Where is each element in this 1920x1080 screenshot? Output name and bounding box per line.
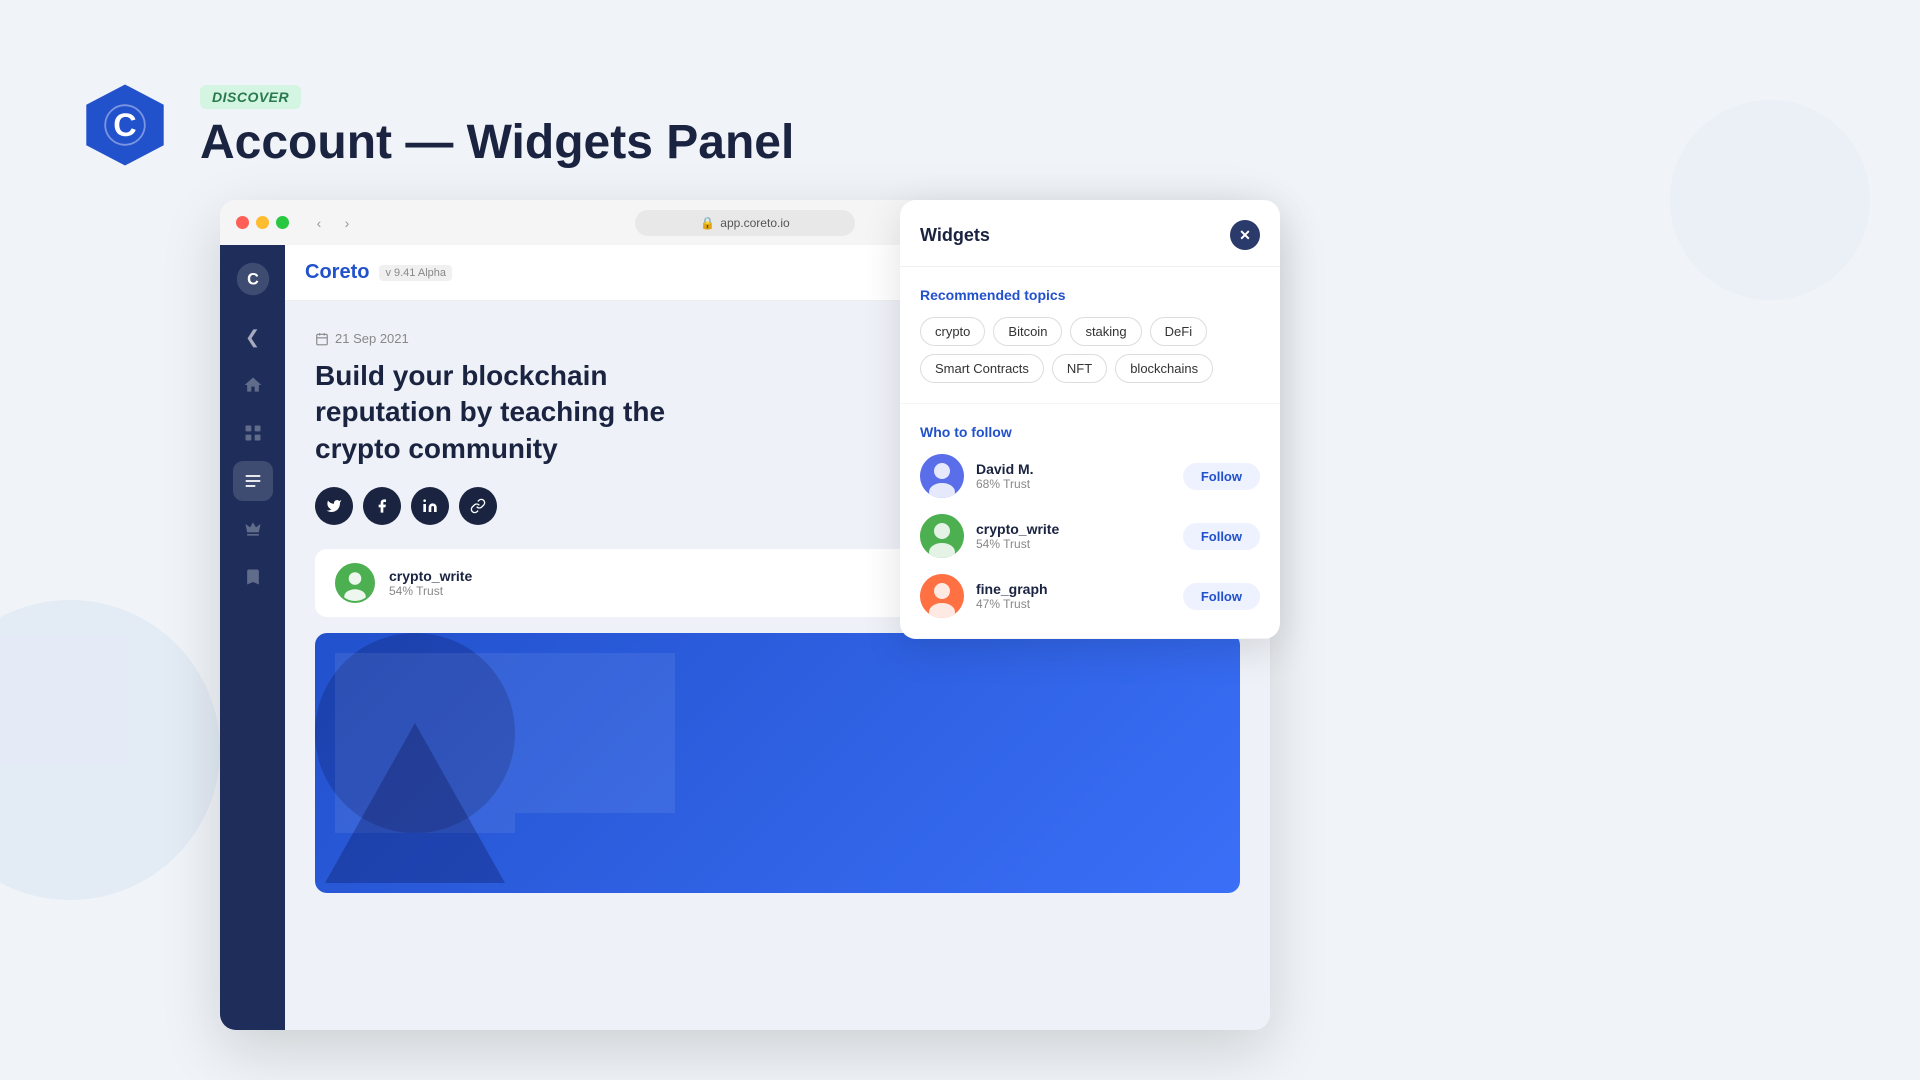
sidebar-item-bookmark[interactable] [233, 557, 273, 597]
sidebar-item-back[interactable]: ❮ [233, 317, 273, 357]
browser-nav: ‹ › [309, 213, 357, 233]
topic-tag-staking[interactable]: staking [1070, 317, 1141, 346]
minimize-traffic-light[interactable] [256, 216, 269, 229]
sidebar-item-crown[interactable] [233, 509, 273, 549]
url-text: app.coreto.io [720, 216, 789, 230]
sidebar: C ❮ [220, 245, 285, 1030]
follow-name-crypto-write: crypto_write [976, 521, 1171, 537]
lock-icon: 🔒 [700, 216, 715, 230]
traffic-lights [236, 216, 289, 229]
topic-tag-bitcoin[interactable]: Bitcoin [993, 317, 1062, 346]
crypto-write-avatar-placeholder [920, 514, 964, 558]
topics-grid: crypto Bitcoin staking DeFi Smart Contra… [920, 317, 1260, 383]
follow-item-crypto-write: crypto_write 54% Trust Follow [920, 514, 1260, 558]
topic-tag-smart-contracts[interactable]: Smart Contracts [920, 354, 1044, 383]
author-name: crypto_write [389, 568, 472, 584]
recommended-topics-title: Recommended topics [920, 287, 1260, 303]
linkedin-share-button[interactable] [411, 487, 449, 525]
app-logo: C [80, 80, 170, 170]
follow-button-fine-graph[interactable]: Follow [1183, 583, 1260, 610]
close-traffic-light[interactable] [236, 216, 249, 229]
who-to-follow-section: Who to follow David M. 68% Trust [900, 404, 1280, 639]
facebook-share-button[interactable] [363, 487, 401, 525]
sidebar-item-gallery[interactable] [233, 413, 273, 453]
svg-text:C: C [113, 107, 136, 143]
sidebar-logo: C [235, 261, 271, 297]
follow-info-crypto-write: crypto_write 54% Trust [976, 521, 1171, 551]
follow-info-david: David M. 68% Trust [976, 461, 1171, 491]
follow-avatar-fine-graph [920, 574, 964, 618]
address-bar[interactable]: 🔒 app.coreto.io [635, 210, 855, 236]
who-to-follow-title: Who to follow [920, 424, 1260, 440]
follow-name-fine-graph: fine_graph [976, 581, 1171, 597]
version-badge: v 9.41 Alpha [379, 265, 452, 281]
app-brand-label: Coreto [305, 261, 369, 284]
copy-link-button[interactable] [459, 487, 497, 525]
recommended-topics-section: Recommended topics crypto Bitcoin stakin… [900, 267, 1280, 404]
fine-graph-avatar-placeholder [920, 574, 964, 618]
geo-triangle [325, 723, 505, 883]
nav-forward-button[interactable]: › [337, 213, 357, 233]
geo-rect-2 [515, 653, 675, 813]
follow-item-david: David M. 68% Trust Follow [920, 454, 1260, 498]
follow-list: David M. 68% Trust Follow [920, 454, 1260, 618]
bg-decoration-2 [1670, 100, 1870, 300]
topic-tag-defi[interactable]: DeFi [1150, 317, 1207, 346]
follow-item-fine-graph: fine_graph 47% Trust Follow [920, 574, 1260, 618]
nav-back-button[interactable]: ‹ [309, 213, 329, 233]
author-info: crypto_write 54% Trust [389, 568, 472, 598]
widgets-header: Widgets ✕ [900, 200, 1280, 267]
topic-tag-nft[interactable]: NFT [1052, 354, 1107, 383]
widgets-close-button[interactable]: ✕ [1230, 220, 1260, 250]
topic-tag-blockchains[interactable]: blockchains [1115, 354, 1213, 383]
follow-trust-crypto-write: 54% Trust [976, 537, 1171, 551]
twitter-share-button[interactable] [315, 487, 353, 525]
topic-tag-crypto[interactable]: crypto [920, 317, 985, 346]
follow-button-crypto-write[interactable]: Follow [1183, 523, 1260, 550]
maximize-traffic-light[interactable] [276, 216, 289, 229]
bg-decoration-1 [0, 600, 220, 900]
calendar-icon [315, 332, 329, 346]
post-title: Build your blockchain reputation by teac… [315, 358, 715, 467]
follow-avatar-crypto-write [920, 514, 964, 558]
discover-badge: DISCOVER [200, 85, 301, 109]
sidebar-item-home[interactable] [233, 365, 273, 405]
sidebar-item-posts[interactable] [233, 461, 273, 501]
follow-avatar-david [920, 454, 964, 498]
widgets-panel: Widgets ✕ Recommended topics crypto Bitc… [900, 200, 1280, 639]
svg-text:C: C [247, 270, 259, 288]
author-trust: 54% Trust [389, 584, 472, 598]
author-avatar [335, 563, 375, 603]
page-header: C DISCOVER Account — Widgets Panel [80, 80, 794, 170]
post-image [315, 633, 1240, 893]
page-title: Account — Widgets Panel [200, 117, 794, 170]
follow-info-fine-graph: fine_graph 47% Trust [976, 581, 1171, 611]
header-text: DISCOVER Account — Widgets Panel [200, 80, 794, 170]
follow-trust-fine-graph: 47% Trust [976, 597, 1171, 611]
post-date-text: 21 Sep 2021 [335, 331, 409, 346]
follow-button-david[interactable]: Follow [1183, 463, 1260, 490]
follow-name-david: David M. [976, 461, 1171, 477]
widgets-title: Widgets [920, 225, 990, 246]
david-avatar-placeholder [920, 454, 964, 498]
follow-trust-david: 68% Trust [976, 477, 1171, 491]
